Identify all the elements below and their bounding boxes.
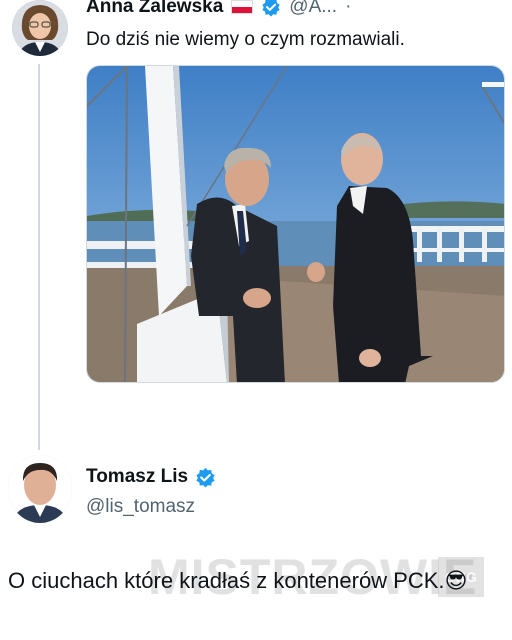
photo-two-men-on-pier [87, 66, 504, 382]
sunglasses-emoji-icon: 😎 [444, 568, 468, 593]
avatar-tomasz-lis[interactable] [8, 455, 72, 523]
author-name[interactable]: Anna Zalewska [86, 0, 223, 18]
quoted-tweet-header: Anna Zalewska @A... · [86, 0, 351, 20]
reply-text-content: O ciuchach które kradłaś z kontenerów PC… [8, 568, 445, 593]
verified-badge-icon [195, 467, 216, 488]
thread-line [38, 64, 40, 450]
reply-author-name[interactable]: Tomasz Lis [86, 466, 188, 488]
verified-badge-icon [261, 0, 281, 17]
header-separator: · [345, 0, 352, 17]
tweet-photo[interactable] [86, 65, 505, 383]
poland-flag-icon [231, 0, 254, 14]
reply-author-handle[interactable]: @lis_tomasz [86, 496, 195, 518]
reply-tweet-text: O ciuchach które kradłaś z kontenerów PC… [8, 565, 488, 597]
avatar-anna-zalewska[interactable] [12, 0, 68, 56]
author-handle[interactable]: @A... [289, 0, 337, 18]
avatar-image [8, 455, 72, 523]
quoted-tweet-text: Do dziś nie wiemy o czym rozmawiali. [86, 29, 405, 50]
avatar-image [12, 0, 68, 56]
reply-header: Tomasz Lis [86, 466, 216, 488]
